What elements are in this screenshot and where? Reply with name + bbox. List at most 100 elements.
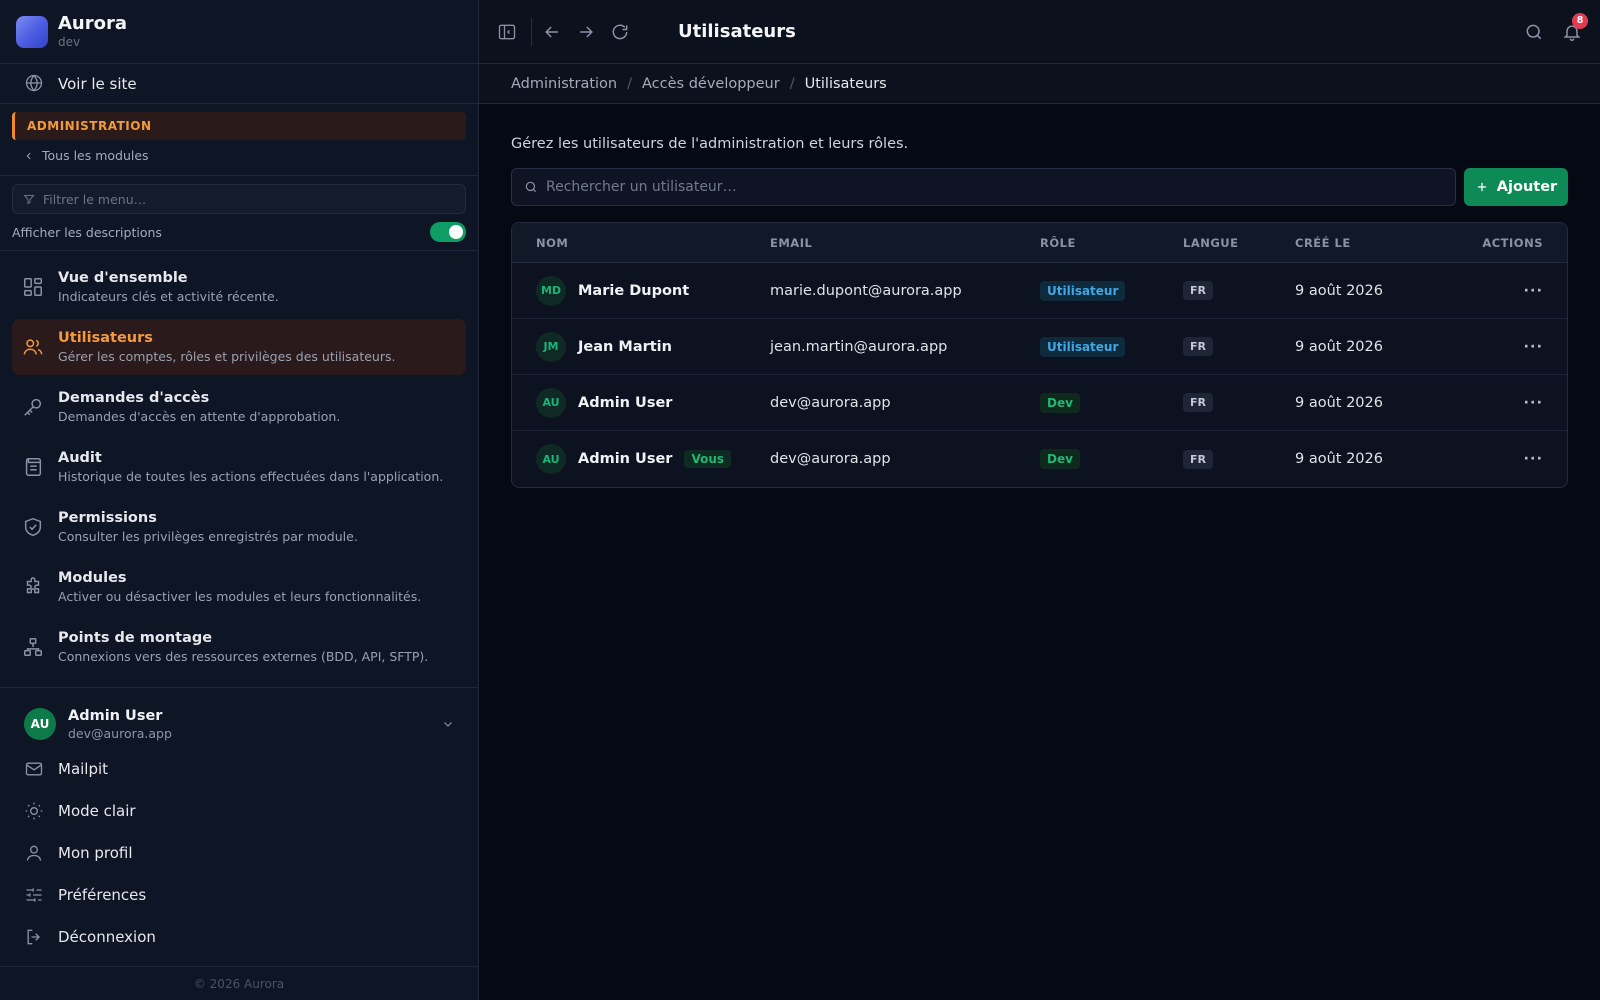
user-name: Admin User: [68, 707, 163, 724]
menu-filter-input[interactable]: Filtrer le menu…: [12, 184, 466, 214]
breadcrumb: Administration / Accès développeur / Uti…: [479, 64, 1600, 104]
avatar: AU: [536, 387, 566, 418]
language-badge: FR: [1183, 337, 1213, 356]
add-user-button[interactable]: Ajouter: [1464, 168, 1568, 206]
topbar-divider: [531, 17, 532, 46]
brand-logo: [16, 15, 48, 48]
mail-icon: [24, 759, 44, 779]
sidebar-item-access-requests[interactable]: Demandes d'accès Demandes d'accès en att…: [12, 379, 466, 435]
logout-button[interactable]: Déconnexion: [12, 916, 466, 958]
user-menu[interactable]: AU Admin User dev@aurora.app: [12, 700, 466, 748]
footer-copyright: © 2026 Aurora: [0, 966, 478, 1000]
sidebar-item-modules[interactable]: Modules Activer ou désactiver les module…: [12, 559, 466, 615]
more-actions-icon[interactable]: ···: [1523, 283, 1543, 299]
key-icon: [22, 396, 44, 418]
scroll-icon: [22, 456, 44, 478]
user-email: dev@aurora.app: [68, 725, 172, 741]
sidebar-toggle-icon[interactable]: [497, 22, 517, 42]
more-actions-icon[interactable]: ···: [1523, 395, 1543, 411]
user-name: Jean Martin: [578, 338, 672, 355]
sidebar-item-audit[interactable]: Audit Historique de toutes les actions e…: [12, 439, 466, 495]
language-badge: FR: [1183, 449, 1213, 469]
user-search-placeholder: Rechercher un utilisateur…: [546, 179, 737, 195]
breadcrumb-separator: /: [627, 75, 632, 92]
brand-name: Aurora: [58, 13, 128, 34]
sliders-icon: [24, 885, 44, 905]
sidebar-item-title: Demandes d'accès: [58, 390, 210, 406]
sidebar-item-title: Utilisateurs: [58, 330, 153, 346]
breadcrumb-separator: /: [789, 75, 795, 92]
table-row[interactable]: MD Marie Dupont marie.dupont@aurora.app …: [512, 263, 1567, 319]
sidebar-item-mount-points[interactable]: Points de montage Connexions vers des re…: [12, 619, 466, 675]
language-badge: FR: [1183, 393, 1213, 412]
user-email: jean.martin@aurora.app: [770, 338, 948, 355]
user-email: marie.dupont@aurora.app: [770, 282, 962, 299]
breadcrumb-item[interactable]: Administration: [511, 76, 617, 92]
sun-icon: [24, 801, 44, 821]
sidebar-item-permissions[interactable]: Permissions Consulter les privilèges enr…: [12, 499, 466, 555]
arrow-right-icon[interactable]: [576, 22, 596, 42]
search-icon[interactable]: [1524, 22, 1544, 42]
table-header: NOM EMAIL RÔLE LANGUE CRÉÉ LE ACTIONS: [512, 223, 1567, 263]
sidebar-item-desc: Activer ou désactiver les modules et leu…: [58, 589, 422, 604]
avatar: MD: [536, 275, 566, 306]
sidebar-item-users[interactable]: Utilisateurs Gérer les comptes, rôles et…: [12, 319, 466, 375]
arrow-left-icon[interactable]: [542, 22, 562, 42]
sidebar-item-desc: Indicateurs clés et activité récente.: [58, 289, 279, 304]
more-actions-icon[interactable]: ···: [1523, 339, 1543, 355]
column-header-email[interactable]: EMAIL: [770, 236, 1040, 250]
column-header-role[interactable]: RÔLE: [1040, 236, 1183, 250]
globe-icon: [24, 73, 46, 95]
page-title: Utilisateurs: [678, 21, 796, 42]
users-icon: [22, 336, 44, 358]
light-mode-button[interactable]: Mode clair: [12, 790, 466, 832]
chevron-left-icon: [24, 151, 34, 161]
sidebar-item-desc: Historique de toutes les actions effectu…: [58, 469, 444, 484]
back-label: Tous les modules: [42, 148, 149, 163]
filter-icon: [23, 193, 35, 205]
table-row[interactable]: AU Admin User Vous dev@aurora.app Dev FR…: [512, 431, 1567, 487]
user-name: Admin User: [578, 451, 673, 467]
sidebar-item-overview[interactable]: Vue d'ensemble Indicateurs clés et activ…: [12, 259, 466, 315]
brand-env: dev: [58, 35, 81, 49]
role-badge: Utilisateur: [1040, 336, 1126, 357]
sidebar-item-title: Modules: [58, 570, 127, 586]
mailpit-link[interactable]: Mailpit: [12, 748, 466, 790]
main-area: Utilisateurs 8 Administration / Accès dé…: [479, 0, 1600, 1000]
puzzle-icon: [22, 576, 44, 598]
refresh-icon[interactable]: [610, 22, 630, 42]
shield-icon: [22, 516, 44, 538]
users-table: NOM EMAIL RÔLE LANGUE CRÉÉ LE ACTIONS MD…: [511, 222, 1568, 488]
table-row[interactable]: AU Admin User dev@aurora.app Dev FR 9 ao…: [512, 375, 1567, 431]
brand[interactable]: Aurora dev: [0, 0, 478, 64]
table-row[interactable]: JM Jean Martin jean.martin@aurora.app Ut…: [512, 319, 1567, 375]
sidebar-item-title: Points de montage: [58, 630, 213, 646]
role-badge: Utilisateur: [1040, 280, 1126, 301]
menu-filter-placeholder: Filtrer le menu…: [43, 191, 147, 207]
search-icon: [524, 180, 538, 194]
logout-label: Déconnexion: [58, 928, 156, 946]
sidebar-item-desc: Connexions vers des ressources externes …: [58, 649, 429, 664]
show-descriptions-toggle[interactable]: [430, 222, 466, 242]
column-header-language[interactable]: LANGUE: [1183, 236, 1295, 250]
back-to-modules-link[interactable]: Tous les modules: [12, 140, 466, 167]
more-actions-icon[interactable]: ···: [1523, 451, 1543, 467]
view-site-link[interactable]: Voir le site: [0, 64, 478, 104]
role-badge: Dev: [1040, 392, 1080, 413]
column-header-created[interactable]: CRÉÉ LE: [1295, 236, 1475, 250]
user-search-input[interactable]: Rechercher un utilisateur…: [511, 168, 1456, 206]
notifications-button[interactable]: 8: [1562, 12, 1588, 42]
section-badge: ADMINISTRATION: [12, 112, 466, 140]
network-icon: [22, 636, 44, 658]
sidebar-item-desc: Demandes d'accès en attente d'approbatio…: [58, 409, 341, 424]
avatar: AU: [24, 708, 56, 740]
column-header-name[interactable]: NOM: [512, 236, 770, 250]
column-header-actions: ACTIONS: [1482, 235, 1543, 250]
show-descriptions-label: Afficher les descriptions: [12, 224, 162, 240]
breadcrumb-item[interactable]: Accès développeur: [642, 76, 780, 92]
preferences-link[interactable]: Préférences: [12, 874, 466, 916]
sidebar-nav: Vue d'ensemble Indicateurs clés et activ…: [0, 251, 478, 688]
user-name: Admin User: [578, 394, 673, 411]
profile-link[interactable]: Mon profil: [12, 832, 466, 874]
notification-count-badge: 8: [1572, 12, 1588, 29]
